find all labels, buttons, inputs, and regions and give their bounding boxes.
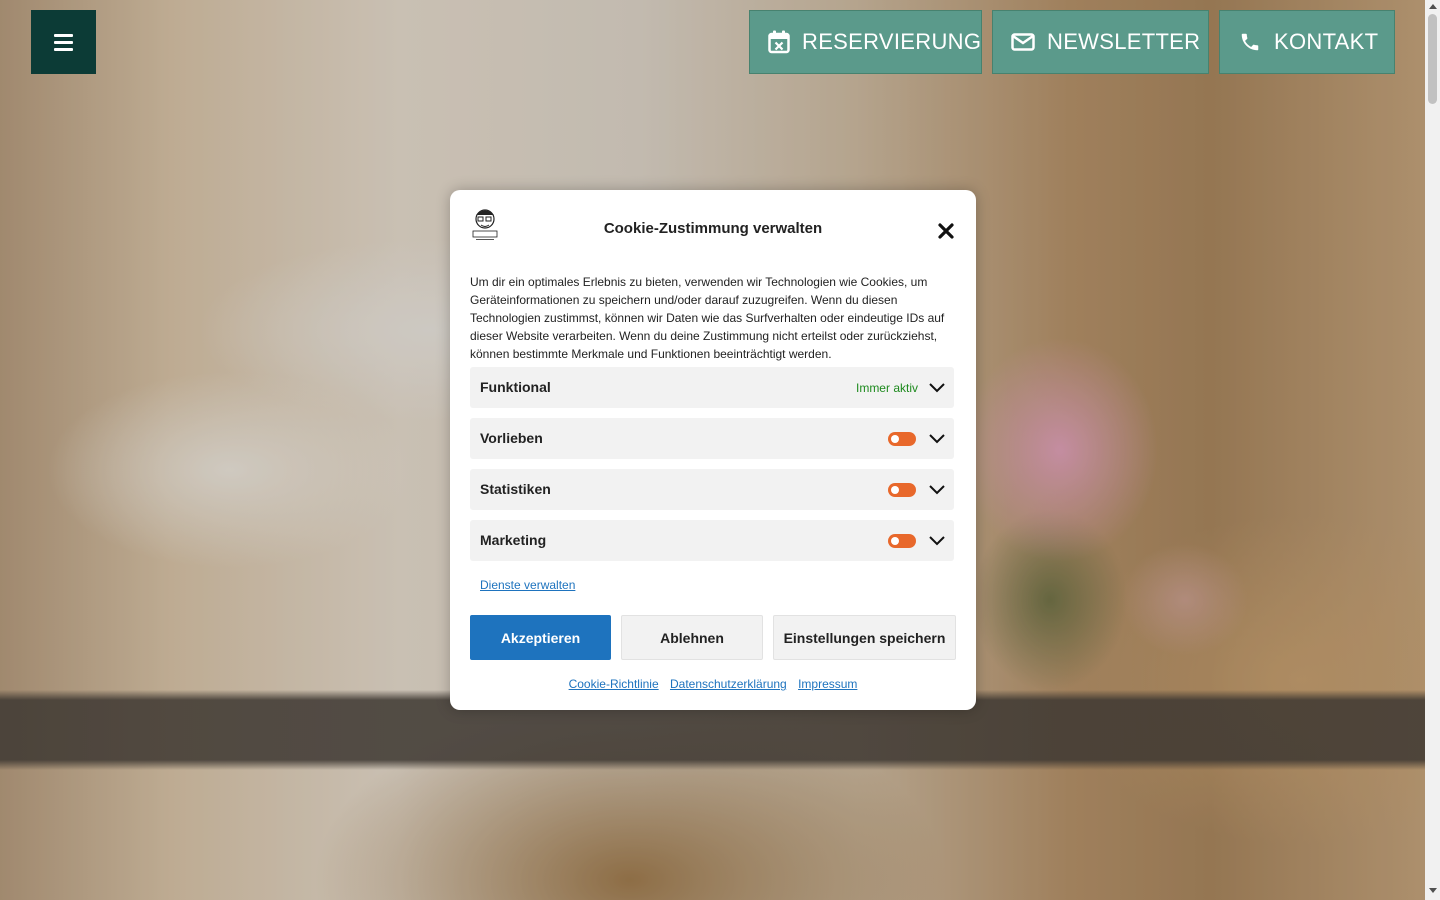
chevron-down-icon[interactable] (929, 380, 945, 396)
reservation-button-label: RESERVIERUNG (802, 29, 982, 54)
contact-button[interactable]: KONTAKT (1219, 10, 1395, 74)
consent-description: Um dir ein optimales Erlebnis zu bieten,… (470, 275, 945, 361)
contact-button-label: KONTAKT (1274, 29, 1379, 54)
calendar-x-icon (768, 30, 790, 54)
chevron-down-icon[interactable] (929, 533, 945, 549)
category-label: Marketing (480, 532, 547, 548)
scroll-up-arrow-icon[interactable] (1429, 4, 1437, 9)
save-preferences-button[interactable]: Einstellungen speichern (773, 615, 956, 660)
hamburger-icon-bar (54, 40, 73, 44)
preferences-toggle[interactable] (888, 432, 916, 446)
category-label: Vorlieben (480, 430, 543, 446)
cookie-consent-dialog: Cookie-Zustimmung verwalten Um dir ein o… (450, 190, 976, 710)
category-statistics[interactable]: Statistiken (470, 469, 954, 510)
category-label: Statistiken (480, 481, 551, 497)
newsletter-button-label: NEWSLETTER (1047, 29, 1201, 54)
envelope-icon (1011, 30, 1035, 54)
dialog-title: Cookie-Zustimmung verwalten (603, 220, 823, 237)
page-scrollbar[interactable] (1425, 0, 1440, 900)
chevron-down-icon[interactable] (929, 431, 945, 447)
accept-button[interactable]: Akzeptieren (470, 615, 611, 660)
dialog-footer-links: Cookie-Richtlinie Datenschutzerklärung I… (450, 677, 976, 691)
always-active-status: Immer aktiv (855, 381, 918, 395)
privacy-policy-link[interactable]: Datenschutzerklärung (670, 677, 787, 691)
hamburger-icon-bar (54, 33, 73, 37)
newsletter-button[interactable]: NEWSLETTER (992, 10, 1209, 74)
menu-button[interactable] (31, 10, 96, 74)
phone-icon (1238, 30, 1262, 54)
manage-services-link[interactable]: Dienste verwalten (480, 578, 575, 592)
category-functional[interactable]: Funktional Immer aktiv (470, 367, 954, 408)
category-marketing[interactable]: Marketing (470, 520, 954, 561)
chevron-down-icon[interactable] (929, 482, 945, 498)
imprint-link[interactable]: Impressum (798, 677, 857, 691)
close-icon[interactable] (935, 220, 957, 242)
marketing-toggle[interactable] (888, 534, 916, 548)
cookie-policy-link[interactable]: Cookie-Richtlinie (569, 677, 659, 691)
statistics-toggle[interactable] (888, 483, 916, 497)
category-preferences[interactable]: Vorlieben (470, 418, 954, 459)
deny-button[interactable]: Ablehnen (621, 615, 763, 660)
hamburger-icon-bar (54, 47, 73, 51)
reservation-button[interactable]: RESERVIERUNG (749, 10, 982, 74)
scrollbar-thumb[interactable] (1428, 14, 1437, 104)
category-label: Funktional (480, 379, 551, 395)
scroll-down-arrow-icon[interactable] (1429, 888, 1437, 893)
